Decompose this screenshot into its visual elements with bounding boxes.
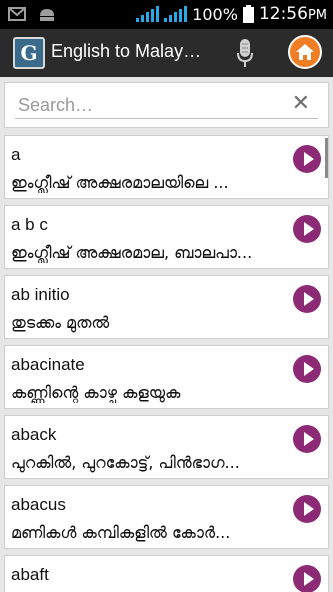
play-icon[interactable] — [293, 495, 321, 523]
word-text: a b c — [11, 215, 48, 234]
app-title: English to Malay… — [51, 41, 202, 61]
signal-icon-2 — [164, 6, 188, 22]
android-debug-icon — [40, 9, 54, 21]
meaning-text: ഇംഗ്ലീഷ് അക്ഷരമാലയിലെ ... — [11, 173, 229, 192]
search-box: ✕ — [4, 82, 329, 128]
play-icon[interactable] — [293, 215, 321, 243]
search-input[interactable] — [18, 91, 268, 119]
list-item[interactable]: a b c ഇംഗ്ലീഷ് അക്ഷരമാല, ബാലപാ... — [4, 205, 329, 269]
signal-icon — [136, 6, 160, 22]
play-icon[interactable] — [293, 565, 321, 592]
scrollbar[interactable] — [325, 138, 328, 178]
home-button[interactable] — [288, 35, 322, 69]
meaning-text: തുടക്കം മുതൽ — [11, 313, 110, 332]
word-text: ab initio — [11, 285, 70, 304]
meaning-text: കണ്ണിന്റെ കാഴ്ച കളയുക — [11, 383, 181, 402]
app-logo-icon[interactable]: G — [13, 37, 45, 69]
mail-icon — [8, 7, 26, 21]
play-icon[interactable] — [293, 355, 321, 383]
meaning-text: മണികൾ കമ്പികളിൽ കോർ... — [11, 523, 231, 542]
word-text: a — [11, 145, 21, 164]
search-underline — [15, 118, 318, 119]
word-text: abacus — [11, 495, 66, 514]
battery-icon — [242, 5, 254, 23]
microphone-icon[interactable] — [236, 37, 254, 69]
word-text: abaft — [11, 565, 49, 584]
list-item[interactable]: a ഇംഗ്ലീഷ് അക്ഷരമാലയിലെ ... — [4, 135, 329, 199]
list-item[interactable]: abaft — [4, 555, 329, 592]
clock: 12:56PM — [258, 4, 327, 24]
meaning-text: ഇംഗ്ലീഷ് അക്ഷരമാല, ബാലപാ... — [11, 243, 253, 262]
action-bar: G English to Malay… — [0, 29, 333, 77]
word-list[interactable]: a ഇംഗ്ലീഷ് അക്ഷരമാലയിലെ ... a b c ഇംഗ്ലീ… — [4, 135, 329, 592]
word-text: abacinate — [11, 355, 85, 374]
list-item[interactable]: aback പുറകിൽ, പുറകോട്ട്, പിൻഭാഗ... — [4, 415, 329, 479]
status-bar: 100% 12:56PM — [0, 0, 333, 29]
list-item[interactable]: abacinate കണ്ണിന്റെ കാഴ്ച കളയുക — [4, 345, 329, 409]
play-icon[interactable] — [293, 425, 321, 453]
play-icon[interactable] — [293, 285, 321, 313]
play-icon[interactable] — [293, 145, 321, 173]
list-item[interactable]: ab initio തുടക്കം മുതൽ — [4, 275, 329, 339]
word-text: aback — [11, 425, 57, 444]
home-icon — [296, 44, 314, 60]
list-item[interactable]: abacus മണികൾ കമ്പികളിൽ കോർ... — [4, 485, 329, 549]
battery-percent: 100% — [192, 4, 238, 24]
clear-icon[interactable]: ✕ — [292, 93, 310, 115]
meaning-text: പുറകിൽ, പുറകോട്ട്, പിൻഭാഗ... — [11, 453, 240, 472]
